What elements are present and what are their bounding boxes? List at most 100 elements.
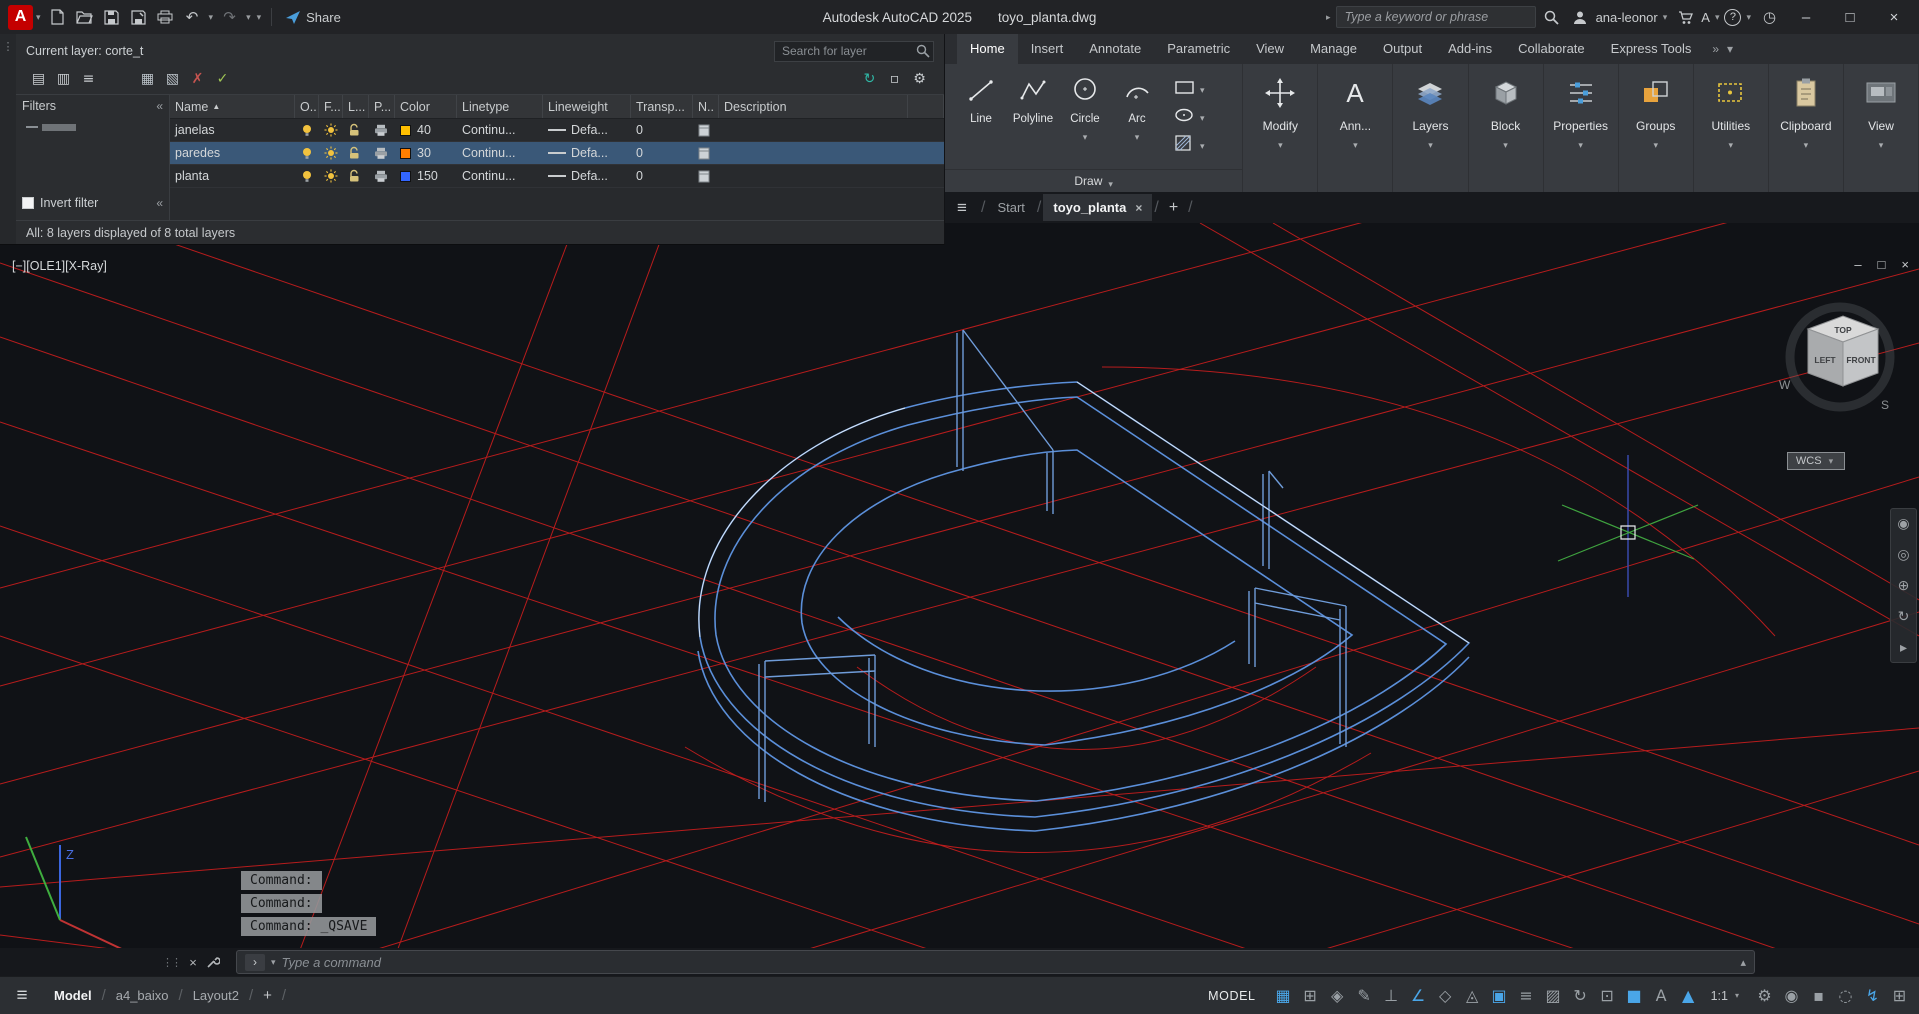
column-header-lineweight[interactable]: Lineweight xyxy=(543,95,631,118)
new-group-filter[interactable]: ▥ xyxy=(51,67,76,91)
column-header-freeze[interactable]: F... xyxy=(319,95,343,118)
drawing-canvas[interactable]: Z xyxy=(0,223,1919,948)
toolbar-overflow-caret[interactable]: ▾ xyxy=(257,12,262,23)
ribbon-tab[interactable]: Home xyxy=(957,34,1018,64)
redo-button[interactable]: ↷ xyxy=(216,4,243,30)
open-file-button[interactable] xyxy=(71,4,98,30)
preview-pane[interactable]: ▫ xyxy=(882,67,907,91)
annotation-panel-button[interactable]: A Ann... ▾ xyxy=(1318,64,1393,192)
recent-commands-caret[interactable]: ▾ xyxy=(271,957,276,968)
layer-transparency[interactable]: 0 xyxy=(631,165,693,187)
minimize-window-button[interactable]: – xyxy=(1785,0,1827,34)
layer-lineweight[interactable]: Defa... xyxy=(543,142,631,164)
command-expand-icon[interactable]: ▴ xyxy=(1740,956,1746,969)
hatch-tool-button[interactable]: ▾ xyxy=(1171,130,1208,155)
column-header-description[interactable]: Description xyxy=(719,95,908,118)
help-icon[interactable]: ? xyxy=(1724,9,1741,26)
layers-panel-button[interactable]: Layers ▾ xyxy=(1393,64,1468,192)
undo-history-caret[interactable]: ▾ xyxy=(209,12,214,23)
layout-tab[interactable]: Layout2 / xyxy=(183,980,253,1011)
new-layout-button[interactable]: + xyxy=(253,987,282,1004)
column-header-name[interactable]: Name▲ xyxy=(170,95,295,118)
layer-description[interactable] xyxy=(719,119,908,141)
palette-grip[interactable]: ⋮ xyxy=(0,34,16,244)
layer-description[interactable] xyxy=(719,142,908,164)
layer-linetype[interactable]: Continu... xyxy=(457,165,543,187)
ribbon-tab[interactable]: Collaborate xyxy=(1505,34,1598,64)
selection-mode[interactable]: ■ xyxy=(1621,981,1648,1011)
new-property-filter[interactable]: ▤ xyxy=(26,67,51,91)
column-header-color[interactable]: Color xyxy=(395,95,457,118)
invert-filter-checkbox[interactable] xyxy=(22,197,34,209)
circle-flyout-caret[interactable]: ▾ xyxy=(1083,132,1088,143)
line-tool-button[interactable]: Line xyxy=(955,70,1007,155)
ellipse-flyout-caret[interactable]: ▾ xyxy=(1200,113,1205,124)
ribbon-tab[interactable]: View xyxy=(1243,34,1297,64)
delete-layer[interactable]: ✗ xyxy=(185,67,210,91)
refresh[interactable]: ↻ xyxy=(857,67,882,91)
layer-linetype[interactable]: Continu... xyxy=(457,142,543,164)
layer-row[interactable]: paredes xyxy=(170,142,944,165)
command-customize-icon[interactable] xyxy=(206,955,232,969)
share-label[interactable]: Share xyxy=(306,10,341,25)
cart-icon[interactable] xyxy=(1672,4,1699,30)
layer-lineweight[interactable]: Defa... xyxy=(543,165,631,187)
hatch-flyout-caret[interactable]: ▾ xyxy=(1200,141,1205,152)
polar-tracking[interactable]: ∠ xyxy=(1405,981,1432,1011)
clean-screen[interactable]: ⊞ xyxy=(1886,981,1913,1011)
rectangle-flyout-caret[interactable]: ▾ xyxy=(1200,85,1205,96)
layer-lock-icon[interactable] xyxy=(343,119,369,141)
rectangle-tool-button[interactable]: ▾ xyxy=(1171,74,1208,99)
settings[interactable]: ⚙ xyxy=(907,67,932,91)
column-header-plot[interactable]: P... xyxy=(369,95,395,118)
layer-search-icon[interactable] xyxy=(916,44,930,58)
share-icon[interactable] xyxy=(279,4,306,30)
workspace-switching[interactable]: ⚙ xyxy=(1751,981,1778,1011)
drawing-viewport[interactable]: Z [−][OLE1][X-Ray] – □ × W S TOP LEFT FR… xyxy=(0,223,1919,948)
infer-constraints[interactable]: ◈ xyxy=(1324,981,1351,1011)
layer-vpfreeze-icon[interactable] xyxy=(693,142,719,164)
annotation-scale-button[interactable]: 1:1 ▾ xyxy=(1702,989,1751,1003)
polyline-tool-button[interactable]: Polyline xyxy=(1007,70,1059,155)
viewport-close-icon[interactable]: × xyxy=(1901,257,1909,272)
layer-description[interactable] xyxy=(719,165,908,187)
wcs-dropdown[interactable]: WCS ▾ xyxy=(1787,452,1845,470)
command-drag-handle[interactable]: ⋮⋮ xyxy=(162,956,180,969)
groups-panel-button[interactable]: Groups ▾ xyxy=(1619,64,1694,192)
annotation-monitor[interactable]: ◉ xyxy=(1778,981,1805,1011)
autodesk-menu-caret[interactable]: ▾ xyxy=(1715,12,1720,23)
dynamic-ucs[interactable]: ⊡ xyxy=(1594,981,1621,1011)
logo-menu-caret[interactable]: ▾ xyxy=(36,12,41,23)
ribbon-display-caret[interactable]: ▾ xyxy=(1727,42,1733,56)
layer-color-cell[interactable]: 40 xyxy=(395,119,457,141)
search-icon[interactable] xyxy=(1538,4,1565,30)
user-avatar-icon[interactable] xyxy=(1567,4,1594,30)
show-lineweight[interactable]: ≡ xyxy=(1513,981,1540,1011)
layer-color-swatch[interactable] xyxy=(400,148,411,159)
properties-panel-button[interactable]: Properties ▾ xyxy=(1544,64,1619,192)
arc-flyout-caret[interactable]: ▾ xyxy=(1135,132,1140,143)
ortho-mode[interactable]: ⊥ xyxy=(1378,981,1405,1011)
ribbon-overflow-icon[interactable]: » xyxy=(1712,42,1719,56)
column-header-linetype[interactable]: Linetype xyxy=(457,95,543,118)
draw-panel-expand-caret[interactable]: ▾ xyxy=(1108,179,1113,190)
layer-states-manager[interactable]: ≡ xyxy=(76,67,101,91)
close-window-button[interactable]: × xyxy=(1873,0,1915,34)
plot-button[interactable] xyxy=(152,4,179,30)
ribbon-tab[interactable]: Annotate xyxy=(1076,34,1154,64)
isometric-drafting[interactable]: ◇ xyxy=(1432,981,1459,1011)
zoom-tool[interactable]: ⊕ xyxy=(1898,577,1910,594)
layer-color-swatch[interactable] xyxy=(400,171,411,182)
keyword-search-input[interactable] xyxy=(1336,6,1536,28)
signed-in-user[interactable]: ana-leonor xyxy=(1596,10,1658,25)
layer-row[interactable]: planta xyxy=(170,165,944,188)
transparency[interactable]: ▨ xyxy=(1540,981,1567,1011)
orbit-tool[interactable]: ↻ xyxy=(1898,608,1910,625)
layer-on-icon[interactable] xyxy=(295,165,319,187)
modify-panel-button[interactable]: Modify ▾ xyxy=(1243,64,1318,192)
view-panel-button[interactable]: View ▾ xyxy=(1844,64,1919,192)
layer-color-cell[interactable]: 150 xyxy=(395,165,457,187)
object-snap[interactable]: ▣ xyxy=(1486,981,1513,1011)
notifications-icon[interactable]: ◷ xyxy=(1756,4,1783,30)
ribbon-tab[interactable]: Parametric xyxy=(1154,34,1243,64)
